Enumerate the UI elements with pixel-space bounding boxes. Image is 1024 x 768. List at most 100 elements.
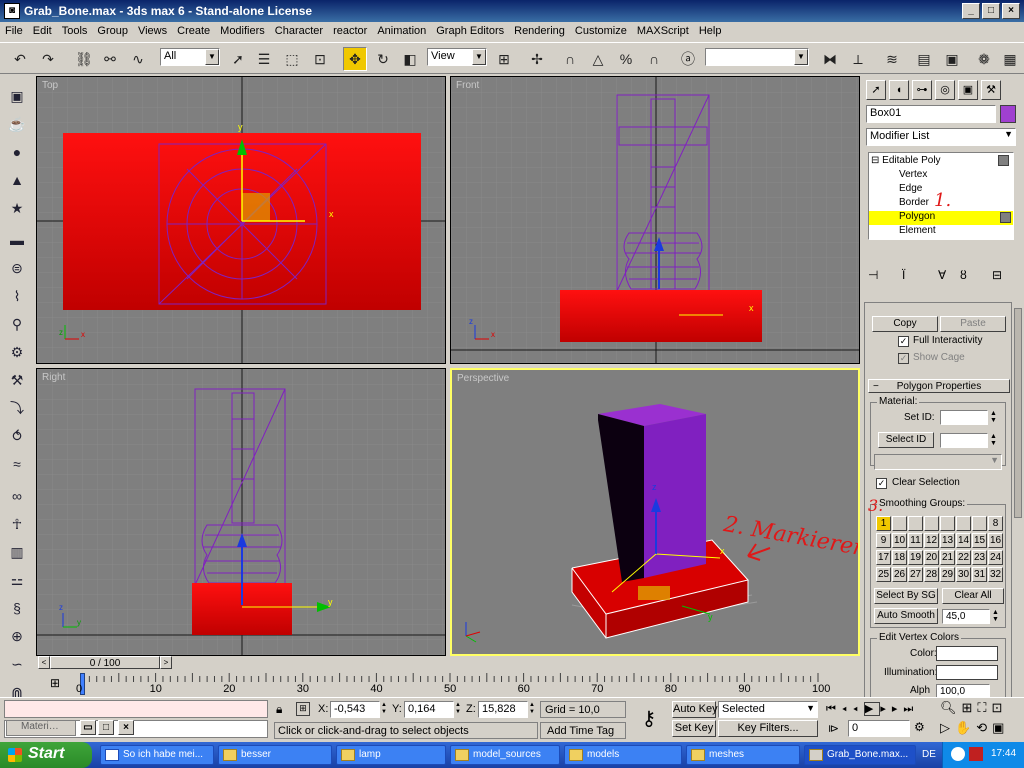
copy-button[interactable]: Copy — [872, 316, 938, 332]
maxscript-listener-pink[interactable] — [4, 700, 268, 718]
auto-key-button[interactable]: Auto Key — [672, 701, 718, 718]
viewport-label-perspective[interactable]: Perspective — [457, 373, 509, 384]
light-icon[interactable]: ⚲ — [5, 312, 29, 336]
undo-icon[interactable]: ↶ — [8, 47, 32, 71]
pivot-center-icon[interactable]: ⊞ — [492, 47, 516, 71]
language-indicator[interactable]: DE — [922, 749, 936, 760]
stack-toggle-icon[interactable] — [1000, 212, 1011, 223]
motion-tab-icon[interactable]: ◎ — [935, 80, 955, 100]
alpha-field[interactable]: 100,0 — [936, 684, 990, 698]
display-tab-icon[interactable]: ▣ — [958, 80, 978, 100]
menu-edit[interactable]: Edit — [28, 22, 57, 37]
named-selection-dropdown[interactable]: ▼ — [705, 48, 809, 66]
spring-icon[interactable]: § — [5, 596, 29, 620]
clear-all-button[interactable]: Clear All — [942, 588, 1004, 604]
zoom-all-icon[interactable]: ⊞ — [962, 700, 978, 715]
spinner-arrows-icon[interactable]: ▲ ▼ — [529, 702, 535, 716]
auto-smooth-button[interactable]: Auto Smooth — [874, 608, 938, 624]
current-frame-field[interactable]: 0 — [848, 720, 910, 737]
smoothing-group-button[interactable]: 24 — [988, 550, 1003, 565]
star-icon[interactable]: ★ — [5, 196, 29, 220]
taskbar-item-meshes[interactable]: meshes — [686, 745, 800, 765]
taskbar-item-grab-bone[interactable]: Grab_Bone.max... — [804, 745, 916, 765]
close-button[interactable]: × — [1002, 3, 1020, 19]
select-and-move-icon[interactable]: ✥ — [343, 47, 367, 71]
smoothing-group-button[interactable]: 12 — [924, 533, 939, 548]
stack-item-vertex[interactable]: Vertex — [869, 169, 1013, 183]
menu-customize[interactable]: Customize — [570, 22, 632, 37]
taskbar-item-lamp[interactable]: lamp — [336, 745, 446, 765]
schematic-view-icon[interactable]: ▣ — [940, 47, 964, 71]
minimized-restore-icon[interactable]: ▭ — [80, 720, 96, 735]
vertex-color-swatch[interactable] — [936, 646, 998, 661]
teapot-icon[interactable]: ☕ — [5, 112, 29, 136]
zoom-icon[interactable]: 🔍︎ — [940, 700, 962, 715]
object-name-field[interactable]: Box01 — [866, 105, 996, 123]
reference-coordinate-dropdown[interactable]: View ▼ — [427, 48, 487, 66]
clear-selection-checkbox[interactable]: ✓ — [876, 478, 887, 489]
full-interactivity-checkbox[interactable]: ✓ — [898, 336, 909, 347]
hierarchy-tab-icon[interactable]: ⊶ — [912, 80, 932, 100]
gear-icon[interactable]: ⚙ — [5, 340, 29, 364]
smoothing-group-button[interactable]: 7 — [972, 516, 987, 531]
configure-sets-icon[interactable]: ⊟ — [992, 268, 1002, 282]
snap-3d-icon[interactable]: ∩ — [558, 47, 582, 71]
spinner-snap-icon[interactable]: ∩ — [642, 47, 666, 71]
menu-group[interactable]: Group — [92, 22, 133, 37]
helper-icon[interactable]: ⚒ — [5, 368, 29, 392]
select-by-sg-button[interactable]: Select By SG — [874, 588, 938, 604]
smoothing-group-button[interactable]: 11 — [908, 533, 923, 548]
smoothing-group-button[interactable]: 6 — [956, 516, 971, 531]
go-to-start-icon[interactable]: ⏮ — [826, 703, 842, 715]
mirror-icon[interactable]: ⧓ — [818, 47, 842, 71]
menu-views[interactable]: Views — [133, 22, 172, 37]
select-by-name-icon[interactable]: ☰ — [252, 47, 276, 71]
z-coord-field[interactable]: 15,828 — [478, 701, 528, 718]
paste-button[interactable]: Paste — [940, 316, 1006, 332]
time-slider-left-arrow-icon[interactable]: < — [38, 656, 50, 669]
stack-item-element[interactable]: Element — [869, 225, 1013, 239]
sphere-icon[interactable]: ● — [5, 140, 29, 164]
taskbar-item-besser[interactable]: besser — [218, 745, 332, 765]
smoothing-group-button[interactable]: 13 — [940, 533, 955, 548]
menu-modifiers[interactable]: Modifiers — [215, 22, 270, 37]
select-and-scale-icon[interactable]: ◧ — [398, 47, 422, 71]
maximize-viewport-icon[interactable]: ▣ — [992, 720, 1009, 735]
window-crossing-icon[interactable]: ⊡ — [308, 47, 332, 71]
time-config-icon[interactable]: ⚙ — [914, 720, 925, 734]
smoothing-group-button[interactable]: 31 — [972, 567, 987, 582]
remove-modifier-icon[interactable]: ȣ — [960, 268, 967, 282]
smoothing-group-button[interactable]: 3 — [908, 516, 923, 531]
make-unique-icon[interactable]: ∀ — [938, 268, 946, 282]
add-time-tag-button[interactable]: Add Time Tag — [540, 722, 626, 739]
material-editor-icon[interactable]: ❁ — [972, 47, 996, 71]
smoothing-group-button[interactable]: 25 — [876, 567, 891, 582]
material-name-dropdown[interactable]: ▼ — [874, 454, 1002, 470]
smoothing-group-button[interactable]: 20 — [924, 550, 939, 565]
menu-tools[interactable]: Tools — [57, 22, 93, 37]
set-key-button[interactable]: Set Key — [672, 720, 716, 737]
show-cage-checkbox[interactable]: ✓ — [898, 353, 909, 364]
selection-filter-dropdown[interactable]: All ▼ — [160, 48, 220, 66]
select-and-link-icon[interactable]: ⛓ — [72, 47, 96, 71]
viewport-front[interactable]: Front x x z — [450, 76, 860, 364]
stack-toggle-icon[interactable] — [998, 155, 1009, 166]
zoom-extents-all-icon[interactable]: ⊡ — [992, 700, 1008, 715]
utilities-tab-icon[interactable]: ⚒ — [981, 80, 1001, 100]
time-slider-track[interactable]: < 0 / 100 > — [36, 656, 860, 670]
time-slider-right-arrow-icon[interactable]: > — [160, 656, 172, 669]
pan-icon[interactable]: ✋ — [955, 720, 976, 735]
wave-icon[interactable]: ≈ — [5, 452, 29, 476]
smoothing-group-button[interactable]: 21 — [940, 550, 955, 565]
panel-scrollbar[interactable] — [1014, 308, 1022, 518]
select-and-rotate-icon[interactable]: ↻ — [371, 47, 395, 71]
smoothing-group-button[interactable]: 28 — [924, 567, 939, 582]
smoothing-group-button[interactable]: 29 — [940, 567, 955, 582]
select-id-button[interactable]: Select ID — [878, 432, 934, 448]
cloth-icon[interactable]: ▥ — [5, 540, 29, 564]
smoothing-group-button[interactable]: 14 — [956, 533, 971, 548]
edit-named-selection-icon[interactable]: ⓐ — [676, 47, 700, 71]
select-object-icon[interactable]: ➚ — [226, 47, 250, 71]
auto-smooth-threshold-field[interactable]: 45,0 — [942, 609, 990, 624]
percent-snap-icon[interactable]: % — [614, 47, 638, 71]
